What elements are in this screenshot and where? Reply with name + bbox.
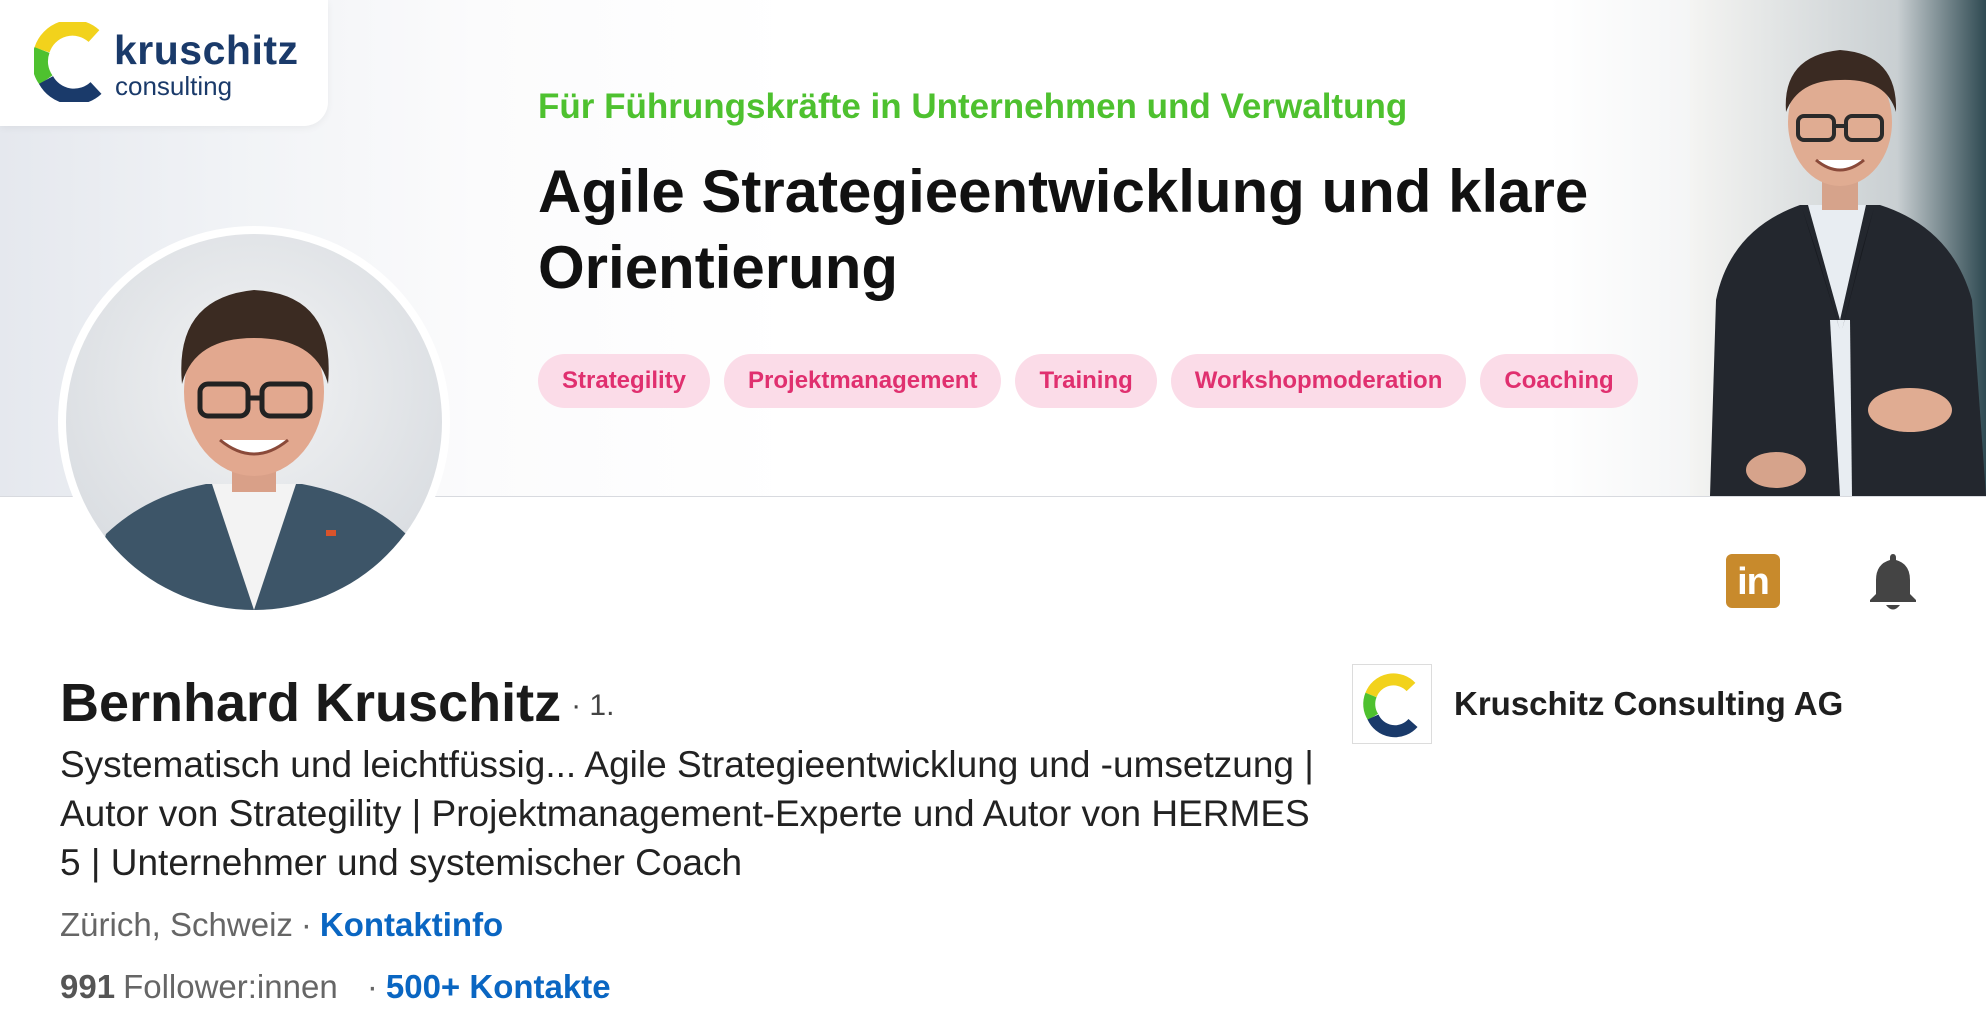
banner-kicker: Für Führungskräfte in Unternehmen und Ve… <box>538 87 1408 126</box>
connection-degree: · 1. <box>571 689 615 722</box>
profile-headline: Systematisch und leichtfüssig... Agile S… <box>60 744 1314 883</box>
company-c-logo-icon <box>1363 673 1418 738</box>
network-separator: · <box>366 968 378 1005</box>
location-separator: · <box>300 906 312 943</box>
banner-headline: Agile Strategieentwicklung und klare Ori… <box>538 154 1658 306</box>
company-logo-badge: kruschitz consulting <box>0 0 328 126</box>
tag-workshopmoderation: Workshopmoderation <box>1170 354 1467 408</box>
linkedin-icon[interactable]: in <box>1726 554 1780 608</box>
profile-name: Bernhard Kruschitz <box>60 673 562 733</box>
profile-name-row: Bernhard Kruschitz · 1. <box>60 672 614 734</box>
logo-subtitle: consulting <box>115 71 233 101</box>
company-logo <box>1352 664 1432 744</box>
profile-location: Zürich, Schweiz <box>60 906 293 943</box>
current-company[interactable]: Kruschitz Consulting AG <box>1352 664 1843 744</box>
followers-label: Follower:innen <box>123 968 338 1005</box>
company-name: Kruschitz Consulting AG <box>1454 685 1844 722</box>
tag-coaching: Coaching <box>1480 354 1638 408</box>
banner-headline-line2: Orientierung <box>538 234 899 301</box>
tag-projektmanagement: Projektmanagement <box>724 354 1002 408</box>
connections-link[interactable]: 500+ Kontakte <box>386 968 611 1005</box>
network-row: 991 Follower:innen · 500+ Kontakte <box>60 968 611 1006</box>
followers-count: 991 <box>60 968 116 1005</box>
location-row: Zürich, Schweiz · Kontaktinfo <box>60 906 503 944</box>
banner-person-photo <box>1690 0 1986 496</box>
avatar-photo <box>66 234 442 610</box>
tag-training: Training <box>1015 354 1157 408</box>
bell-icon[interactable] <box>1866 550 1920 612</box>
contact-info-link[interactable]: Kontaktinfo <box>320 906 503 943</box>
banner-headline-line1: Agile Strategieentwicklung und klare <box>538 158 1589 225</box>
tag-strategility: Strategility <box>538 354 711 408</box>
linkedin-glyph: in <box>1737 561 1770 603</box>
profile-avatar[interactable] <box>58 226 450 618</box>
banner-tag-list: Strategility Projektmanagement Training … <box>538 354 1638 408</box>
kruschitz-c-logo-icon <box>34 22 102 102</box>
logo-wordmark: kruschitz <box>114 27 299 73</box>
